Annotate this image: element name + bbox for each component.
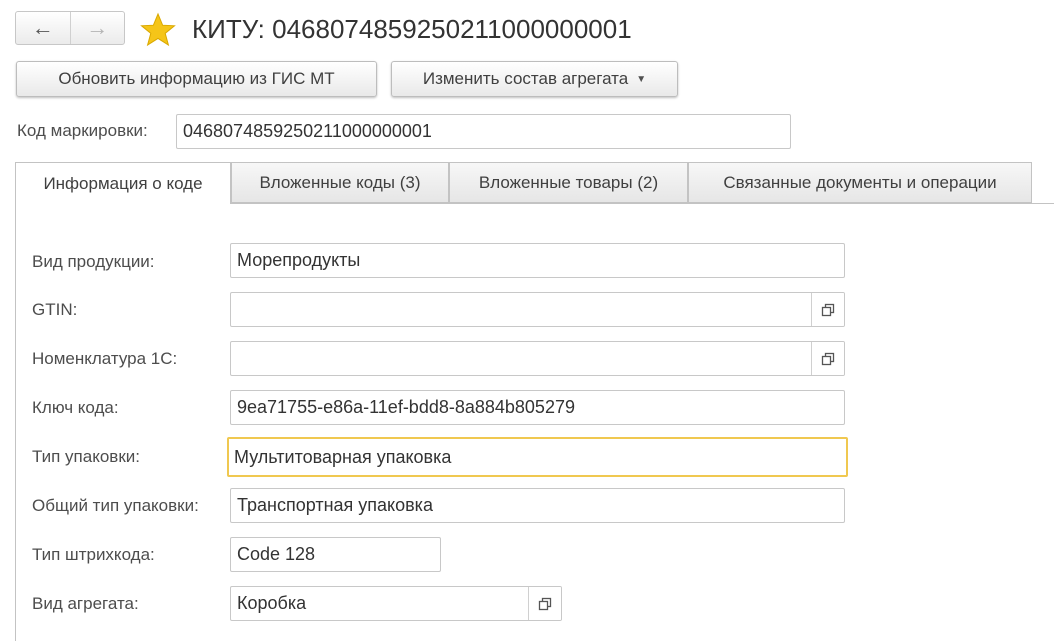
- open-icon[interactable]: [528, 587, 561, 620]
- code-key-label: Ключ кода:: [32, 398, 119, 417]
- tab-label: Информация о коде: [43, 173, 203, 193]
- panel-border: [15, 203, 16, 641]
- marking-code-value: 0468074859250211000000001: [183, 121, 432, 141]
- general-package-type-value: Транспортная упаковка: [237, 495, 433, 515]
- aggregate-type-value: Коробка: [237, 593, 307, 613]
- aggregate-type-label: Вид агрегата:: [32, 594, 139, 613]
- general-package-type-field[interactable]: Транспортная упаковка: [230, 488, 845, 523]
- product-type-value: Морепродукты: [237, 250, 361, 270]
- barcode-type-label: Тип штрихкода:: [32, 545, 155, 564]
- tab-code-info[interactable]: Информация о коде: [15, 162, 231, 204]
- open-icon[interactable]: [811, 342, 844, 375]
- open-icon[interactable]: [811, 293, 844, 326]
- tab-bar: Информация о коде Вложенные коды (3) Вло…: [15, 162, 1054, 204]
- forward-arrow-icon[interactable]: →: [71, 12, 125, 44]
- marking-code-field[interactable]: 0468074859250211000000001: [176, 114, 791, 149]
- page-title: КИТУ: 0468074859250211000000001: [192, 14, 632, 44]
- tab-related-documents[interactable]: Связанные документы и операции: [688, 162, 1032, 203]
- nomenclature-field[interactable]: [230, 341, 845, 376]
- gtin-label: GTIN:: [32, 300, 78, 319]
- refresh-button-label: Обновить информацию из ГИС МТ: [58, 69, 335, 88]
- history-nav: ← →: [15, 11, 125, 45]
- tab-label: Вложенные товары (2): [478, 172, 659, 192]
- marking-code-label: Код маркировки:: [17, 121, 148, 140]
- barcode-type-field[interactable]: Code 128: [230, 537, 441, 572]
- barcode-type-value: Code 128: [237, 544, 316, 564]
- chevron-down-icon: ▼: [636, 73, 647, 85]
- nomenclature-label: Номенклатура 1С:: [32, 349, 178, 368]
- refresh-from-gis-mt-button[interactable]: Обновить информацию из ГИС МТ: [16, 61, 377, 97]
- general-package-type-label: Общий тип упаковки:: [32, 496, 199, 515]
- back-arrow-icon[interactable]: ←: [16, 12, 71, 44]
- change-aggregate-composition-button[interactable]: Изменить состав агрегата ▼: [391, 61, 678, 97]
- code-key-field[interactable]: 9ea71755-e86a-11ef-bdd8-8a884b805279: [230, 390, 845, 425]
- gtin-field[interactable]: [230, 292, 845, 327]
- favorite-star-icon[interactable]: [140, 12, 176, 48]
- tab-label: Вложенные коды (3): [259, 172, 421, 192]
- product-type-field[interactable]: Морепродукты: [230, 243, 845, 278]
- tab-nested-codes[interactable]: Вложенные коды (3): [231, 162, 449, 203]
- code-key-value: 9ea71755-e86a-11ef-bdd8-8a884b805279: [237, 397, 575, 417]
- product-type-label: Вид продукции:: [32, 252, 155, 271]
- package-type-value: Мультитоварная упаковка: [234, 446, 452, 467]
- package-type-label: Тип упаковки:: [32, 447, 140, 466]
- aggregate-type-field[interactable]: Коробка: [230, 586, 562, 621]
- package-type-field[interactable]: Мультитоварная упаковка: [227, 437, 848, 477]
- tab-label: Связанные документы и операции: [723, 172, 997, 192]
- tab-nested-goods[interactable]: Вложенные товары (2): [449, 162, 688, 203]
- change-button-label: Изменить состав агрегата: [422, 69, 629, 88]
